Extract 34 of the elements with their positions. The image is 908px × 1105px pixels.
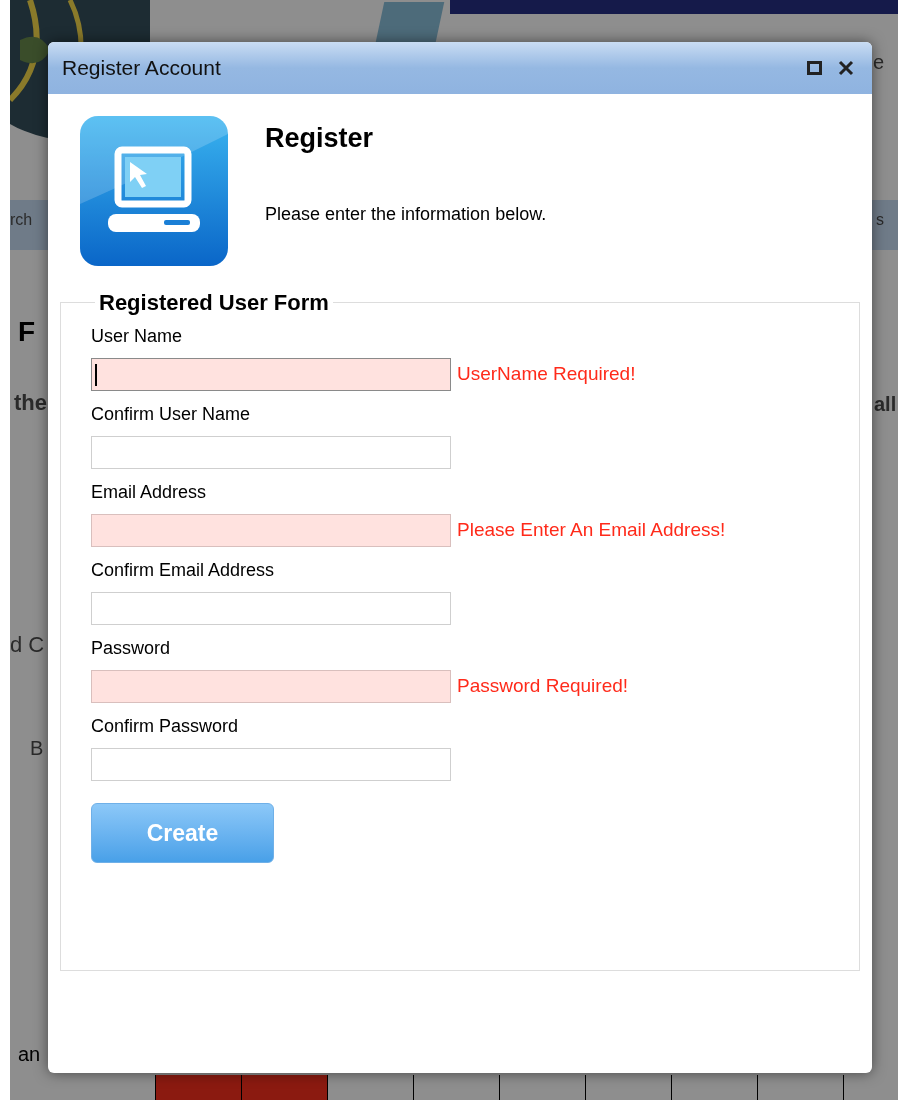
field-label: Confirm Email Address (91, 559, 276, 581)
field-label: Password (91, 637, 172, 659)
page-text: rch (10, 212, 33, 228)
page-text: B (30, 738, 44, 758)
page-text: s (876, 212, 884, 228)
error-message: UserName Required! (457, 362, 636, 387)
field-label: Confirm User Name (91, 403, 252, 425)
window-title: Register Account (62, 55, 221, 82)
field-label: Confirm Password (91, 715, 240, 737)
input-field[interactable] (91, 358, 451, 391)
input-field[interactable] (91, 670, 451, 703)
input-field[interactable] (91, 436, 451, 469)
page-text: all (874, 394, 897, 414)
field-label: Email Address (91, 481, 208, 503)
input-field[interactable] (91, 748, 451, 781)
page-text: e (873, 52, 885, 72)
instruction-text: Please enter the information below. (265, 202, 547, 226)
input-field[interactable] (91, 592, 451, 625)
error-message: Please Enter An Email Address! (457, 518, 726, 543)
form-legend: Registered User Form (95, 286, 333, 319)
page-text: an (18, 1044, 41, 1064)
error-message: Password Required! (457, 674, 629, 699)
close-icon[interactable] (838, 60, 854, 76)
nav-tab[interactable] (155, 1075, 241, 1100)
field-label: User Name (91, 325, 184, 347)
maximize-icon[interactable] (807, 61, 822, 75)
page-text: d C (10, 634, 45, 656)
create-button[interactable]: Create (91, 803, 274, 863)
nav-tab[interactable] (241, 1075, 327, 1100)
input-field[interactable] (91, 514, 451, 547)
dialog-heading: Register (265, 122, 375, 155)
page-text: F (18, 318, 36, 346)
page-text: the (14, 392, 47, 414)
text-cursor (95, 364, 97, 386)
